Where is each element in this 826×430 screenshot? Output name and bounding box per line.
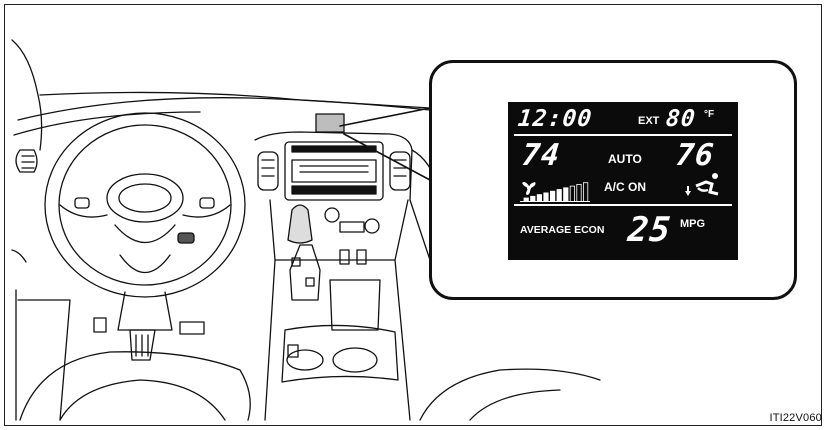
passenger-seat: [419, 368, 601, 421]
fan-speed-segment: [536, 194, 543, 202]
steering-wheel: [44, 112, 246, 298]
economy-unit: MPG: [680, 218, 706, 230]
fan-speed-segment: [543, 192, 549, 202]
floor-left: [17, 299, 71, 421]
fan-speed-segment: [563, 187, 569, 202]
ac-status: A/C ON: [604, 180, 646, 194]
center-console: [264, 259, 411, 421]
divider-bottom: [514, 204, 732, 206]
fan-speed-segment: [583, 182, 589, 202]
console-tray: [329, 279, 381, 331]
driver-temp: 74: [520, 138, 562, 173]
callout-pointer: [339, 107, 431, 127]
pedal-1: [93, 317, 107, 333]
steering-column: [117, 291, 173, 331]
center-stack: [254, 131, 413, 265]
fan-speed-segment: [576, 184, 582, 202]
callout-pointer-2: [343, 133, 431, 181]
airflow-mode-icon: [685, 173, 719, 196]
pedal-2: [179, 321, 205, 335]
ext-label: EXT: [638, 115, 660, 127]
display-housing: [315, 113, 345, 133]
gear-shifter: [287, 204, 321, 301]
outside-temp: 80: [664, 106, 698, 132]
dash-top: [17, 97, 431, 121]
mode-label: AUTO: [608, 152, 642, 166]
left-vent: [15, 149, 38, 173]
climate-display: 12:00 EXT 80 °F 74 AUTO 76 A/C ON AVERAG…: [508, 102, 738, 260]
driver-seat: [19, 351, 251, 421]
figure: 12:00 EXT 80 °F 74 AUTO 76 A/C ON AVERAG…: [0, 0, 826, 430]
fan-speed-segment: [556, 189, 562, 202]
passenger-temp: 76: [674, 138, 716, 173]
fan-speed-segment: [549, 190, 556, 202]
fan-speed-segment: [569, 185, 576, 202]
fan-speed-bar: [520, 182, 590, 202]
figure-code: ITI22V060: [769, 412, 822, 424]
economy-value: 25: [625, 210, 674, 250]
cupholder-area: [281, 324, 399, 383]
a-pillar: [11, 39, 43, 151]
divider-top: [514, 134, 732, 136]
temp-unit: °F: [704, 109, 715, 120]
economy-label: AVERAGE ECON: [520, 224, 605, 236]
clock: 12:00: [516, 106, 594, 132]
